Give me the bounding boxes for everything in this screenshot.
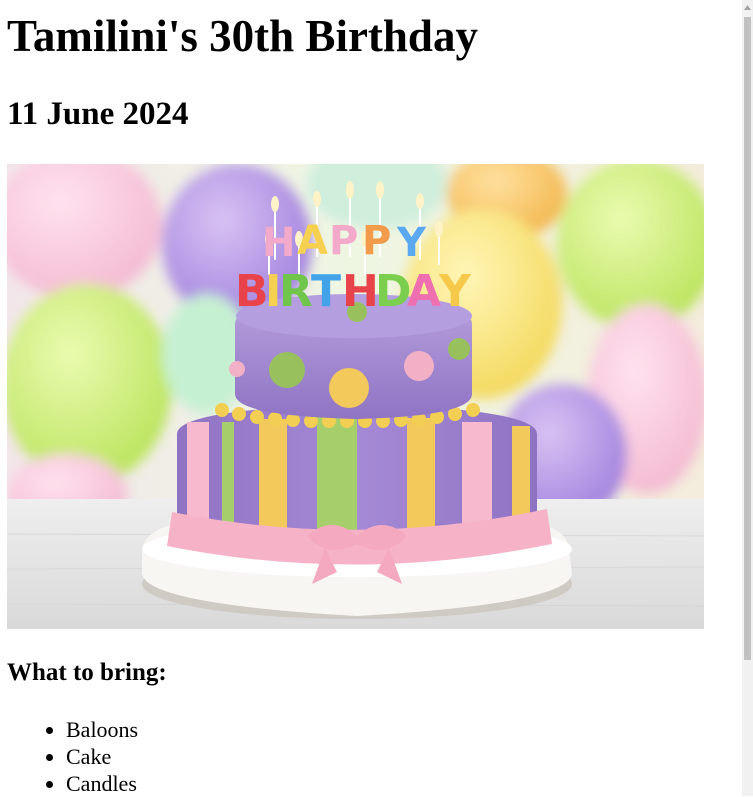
list-item: Baloons xyxy=(66,716,138,743)
list-item: Candles xyxy=(66,770,138,797)
event-date: 11 June 2024 xyxy=(7,96,189,132)
bring-list: Baloons Cake Candles xyxy=(7,716,138,797)
svg-text:R: R xyxy=(279,266,313,317)
svg-text:Y: Y xyxy=(438,266,472,317)
scrollbar-thumb[interactable] xyxy=(744,17,751,660)
svg-text:H: H xyxy=(342,266,379,317)
bring-heading: What to bring: xyxy=(7,659,167,686)
list-item: Cake xyxy=(66,743,138,770)
page-title: Tamilini's 30th Birthday xyxy=(7,11,478,61)
vertical-scrollbar[interactable] xyxy=(742,0,753,796)
svg-text:Y: Y xyxy=(396,220,427,266)
svg-text:P: P xyxy=(329,218,358,264)
svg-text:A: A xyxy=(407,266,441,317)
scroll-up-arrow-icon[interactable] xyxy=(742,0,753,14)
svg-text:B: B xyxy=(235,266,269,317)
svg-text:T: T xyxy=(311,266,341,317)
svg-text:A: A xyxy=(297,218,328,264)
birthday-cake-image: H A P P Y B I R T H D A Y xyxy=(7,164,704,629)
svg-text:H: H xyxy=(262,220,295,266)
svg-text:P: P xyxy=(362,218,391,264)
